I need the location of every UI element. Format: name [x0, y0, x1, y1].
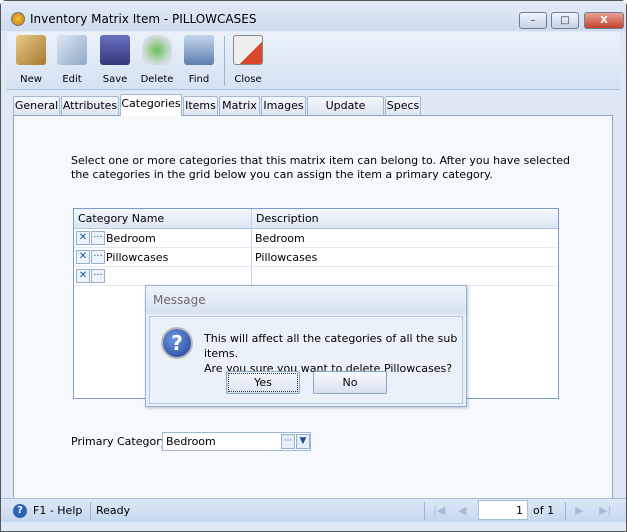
first-record-icon[interactable]: |◀ [433, 504, 445, 517]
close-form-icon [233, 35, 263, 65]
edit-icon [57, 35, 87, 65]
save-label: Save [102, 74, 128, 85]
restore-button[interactable]: □ [551, 12, 579, 29]
close-button[interactable]: Close [228, 35, 268, 85]
tab-specs[interactable]: Specs [385, 96, 421, 115]
tab-update-prices[interactable]: Update Prices [307, 96, 384, 130]
new-button[interactable]: New [11, 35, 51, 85]
table-row[interactable]: ✕ ··· Bedroom Bedroom [74, 229, 558, 248]
dialog-body: ? This will affect all the categories of… [149, 316, 463, 404]
save-button[interactable]: Save [95, 35, 135, 85]
delete-row-icon[interactable]: ✕ [76, 250, 90, 264]
grid-header: Category Name Description [74, 209, 558, 229]
close-window-button[interactable]: X [584, 12, 624, 29]
ellipsis-icon[interactable]: ··· [91, 250, 105, 264]
status-separator [565, 502, 566, 520]
primary-category-value: Bedroom [166, 435, 216, 448]
close-label: Close [234, 74, 262, 85]
yes-button[interactable]: Yes [226, 371, 300, 394]
category-name-cell[interactable]: Pillowcases [106, 251, 168, 264]
page-number-input[interactable]: 1 [478, 500, 528, 520]
delete-label: Delete [140, 74, 174, 85]
minimize-button[interactable]: – [519, 12, 547, 29]
delete-row-icon[interactable]: ✕ [76, 269, 90, 283]
toolbar: New Edit Save Delete Find Close [7, 32, 620, 90]
tab-images[interactable]: Images [261, 96, 306, 115]
toolbar-separator [224, 36, 225, 86]
chevron-down-icon[interactable]: ▼ [296, 434, 310, 449]
ellipsis-icon[interactable]: ··· [91, 269, 105, 283]
delete-row-icon[interactable]: ✕ [76, 231, 90, 245]
primary-category-combobox[interactable]: Bedroom ··· ▼ [162, 432, 311, 451]
no-button[interactable]: No [313, 371, 387, 394]
column-header-category-name[interactable]: Category Name [78, 212, 164, 225]
table-row[interactable]: ✕ ··· Pillowcases Pillowcases [74, 248, 558, 267]
previous-record-icon[interactable]: ◀ [458, 504, 466, 517]
edit-button[interactable]: Edit [52, 35, 92, 85]
status-text: Ready [96, 504, 131, 517]
page-count: of 1 [533, 504, 555, 517]
question-icon: ? [161, 327, 193, 359]
status-separator [90, 502, 91, 520]
title-bar: Inventory Matrix Item - PILLOWCASES – □ … [1, 1, 626, 31]
window-title: Inventory Matrix Item - PILLOWCASES [30, 12, 257, 26]
new-label: New [20, 74, 42, 85]
ellipsis-icon[interactable]: ··· [281, 434, 295, 449]
app-icon [11, 12, 25, 26]
save-icon [100, 35, 130, 65]
help-icon[interactable]: ? [13, 504, 27, 518]
dialog-message: This will affect all the categories of a… [204, 331, 462, 376]
help-shortcut[interactable]: F1 - Help [33, 504, 82, 517]
last-record-icon[interactable]: ▶| [599, 504, 611, 517]
tab-general[interactable]: General [13, 96, 60, 115]
message-dialog: Message ? This will affect all the categ… [145, 285, 467, 407]
column-header-description[interactable]: Description [256, 212, 319, 225]
edit-label: Edit [62, 74, 82, 85]
tab-attributes[interactable]: Attributes [61, 96, 119, 115]
find-label: Find [188, 74, 210, 85]
recycle-bin-icon [142, 35, 172, 65]
tab-matrix[interactable]: Matrix [219, 96, 260, 115]
binoculars-icon [184, 35, 214, 65]
category-name-cell[interactable]: Bedroom [106, 232, 156, 245]
instructions-text: Select one or more categories that this … [71, 154, 571, 181]
delete-button[interactable]: Delete [137, 35, 177, 85]
status-bar: ? F1 - Help Ready |◀ ◀ 1 of 1 ▶ ▶| [1, 498, 626, 522]
tab-items[interactable]: Items [183, 96, 218, 115]
status-separator [424, 502, 425, 520]
next-record-icon[interactable]: ▶ [575, 504, 583, 517]
find-button[interactable]: Find [179, 35, 219, 85]
table-row-new[interactable]: ✕ ··· [74, 267, 558, 286]
dialog-message-line-1: This will affect all the categories of a… [204, 332, 458, 360]
primary-category-label: Primary Category [71, 435, 168, 448]
description-cell[interactable]: Bedroom [255, 232, 305, 245]
ellipsis-icon[interactable]: ··· [91, 231, 105, 245]
dialog-title: Message [146, 286, 466, 314]
new-icon [16, 35, 46, 65]
tab-categories[interactable]: Categories [120, 94, 182, 116]
description-cell[interactable]: Pillowcases [255, 251, 317, 264]
inventory-matrix-item-window: Inventory Matrix Item - PILLOWCASES – □ … [0, 0, 627, 532]
